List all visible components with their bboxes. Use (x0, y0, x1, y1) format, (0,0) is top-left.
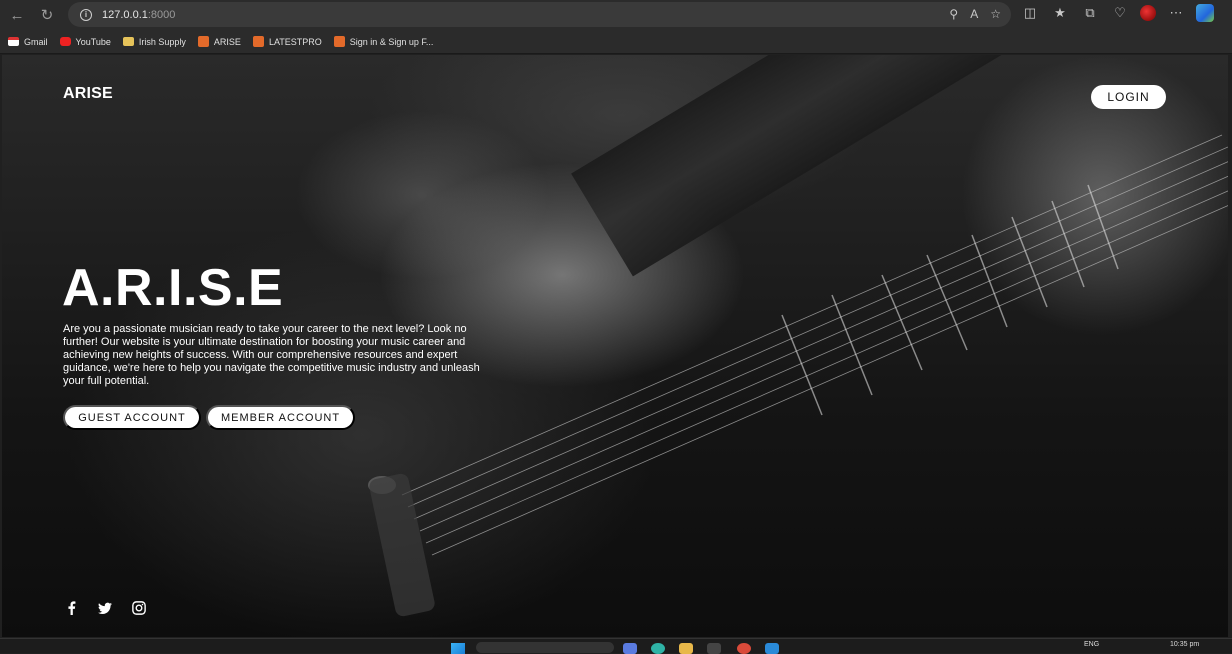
bookmark-label: ARISE (213, 36, 241, 47)
instagram-icon[interactable] (132, 601, 146, 615)
bookmark-sign-in[interactable]: Sign in & Sign up F... (333, 36, 434, 47)
bookmark-label: Irish Supply (138, 36, 186, 47)
windows-start-icon[interactable] (451, 643, 465, 654)
clock[interactable]: 10:35 pm (1170, 641, 1199, 648)
favorite-star-icon[interactable]: ☆ (990, 7, 1001, 21)
zoom-icon[interactable]: ⚲ (949, 7, 958, 21)
social-links (64, 601, 146, 615)
bookmarks-bar: Gmail YouTube Irish Supply ARISE LATESTP… (0, 30, 1232, 54)
bookmark-label: Gmail (24, 36, 48, 47)
twitter-icon[interactable] (98, 601, 112, 615)
terminal-app-icon[interactable] (707, 643, 721, 654)
reload-icon[interactable]: ↻ (33, 1, 61, 29)
bookmark-label: YouTube (75, 36, 111, 47)
facebook-icon[interactable] (64, 601, 78, 615)
bookmark-youtube[interactable]: YouTube (59, 36, 111, 47)
site-logo[interactable]: ARISE (63, 85, 113, 103)
site-favicon-icon (252, 36, 264, 47)
url-host: 127.0.0.1 (102, 8, 148, 21)
bookmark-label: LATESTPRO (268, 36, 322, 47)
browser-toolbar: ← ↻ i 127.0.0.1:8000 ⚲ A ☆ ◫ ★ ⧉ ♡ ⋯ (0, 0, 1232, 30)
collections-icon[interactable]: ⧉ (1080, 5, 1100, 21)
vscode-app-icon[interactable] (765, 643, 779, 654)
edge-app-icon[interactable] (651, 643, 665, 654)
language-indicator[interactable]: ENG (1084, 641, 1099, 648)
read-aloud-icon[interactable]: A (970, 7, 978, 21)
bookmark-label: Sign in & Sign up F... (349, 36, 434, 47)
site-favicon-icon (197, 36, 209, 47)
favorites-icon[interactable]: ★ (1050, 5, 1070, 21)
copilot-app-icon[interactable] (623, 643, 637, 654)
copilot-icon[interactable] (1196, 4, 1214, 22)
bookmark-irish-supply[interactable]: Irish Supply (122, 36, 186, 47)
guest-account-button[interactable]: GUEST ACCOUNT (63, 405, 201, 430)
site-info-icon[interactable]: i (80, 8, 92, 21)
more-menu-icon[interactable]: ⋯ (1166, 5, 1186, 21)
folder-icon (122, 37, 134, 46)
split-screen-icon[interactable]: ◫ (1020, 5, 1040, 21)
hero-title: A.R.I.S.E (62, 259, 284, 317)
gmail-icon (8, 37, 19, 46)
chrome-app-icon[interactable] (737, 643, 751, 654)
address-bar[interactable]: i 127.0.0.1:8000 ⚲ A ☆ (68, 2, 1011, 27)
login-button[interactable]: LOGIN (1091, 85, 1166, 109)
bookmark-arise[interactable]: ARISE (197, 36, 241, 47)
os-taskbar: ENG 10:35 pm (0, 638, 1232, 654)
bookmark-latestpro[interactable]: LATESTPRO (252, 36, 322, 47)
youtube-icon (59, 37, 71, 46)
back-icon[interactable]: ← (3, 1, 31, 29)
profile-avatar[interactable] (1140, 5, 1156, 21)
browser-essentials-icon[interactable]: ♡ (1110, 5, 1130, 21)
taskbar-search[interactable] (476, 642, 614, 653)
bookmark-gmail[interactable]: Gmail (8, 37, 48, 47)
hero-section: ARISE LOGIN A.R.I.S.E Are you a passiona… (2, 55, 1228, 637)
url-port: :8000 (147, 8, 176, 21)
member-account-button[interactable]: MEMBER ACCOUNT (206, 405, 355, 430)
hero-description: Are you a passionate musician ready to t… (63, 323, 480, 387)
site-favicon-icon (333, 36, 345, 47)
file-explorer-icon[interactable] (679, 643, 693, 654)
